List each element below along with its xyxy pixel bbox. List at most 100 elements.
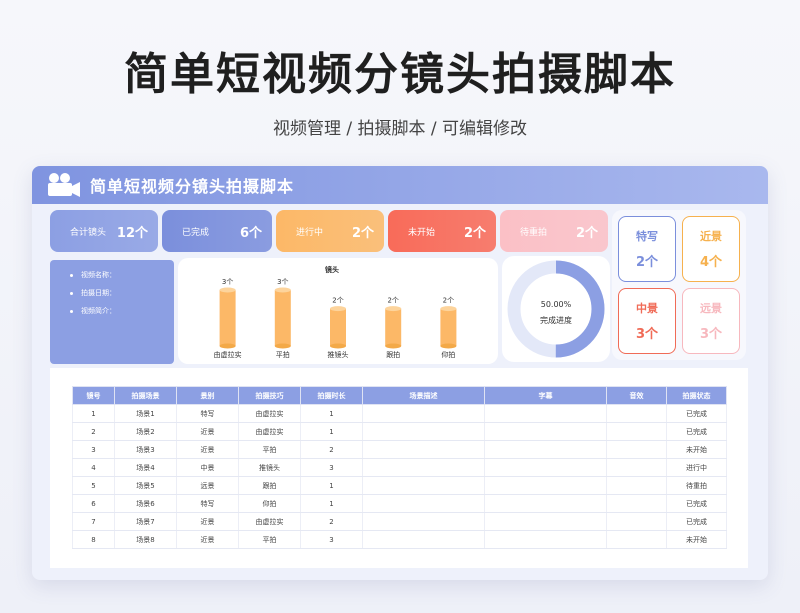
table-cell[interactable] bbox=[362, 476, 485, 495]
table-cell[interactable]: 推镜头 bbox=[238, 458, 301, 477]
table-row[interactable]: 8 场景8 近景 平拍 3 未开始 bbox=[72, 530, 727, 549]
table-cell[interactable]: 场景7 bbox=[114, 512, 177, 531]
info-row[interactable]: 视频名称： bbox=[70, 270, 174, 280]
table-cell[interactable]: 场景1 bbox=[114, 404, 177, 423]
table-cell[interactable]: 中景 bbox=[176, 458, 239, 477]
table-cell[interactable] bbox=[606, 404, 667, 423]
table-cell[interactable]: 近景 bbox=[176, 530, 239, 549]
table-cell[interactable] bbox=[362, 512, 485, 531]
table-row[interactable]: 5 场景5 远景 跟拍 1 待重拍 bbox=[72, 476, 727, 495]
table-cell[interactable]: 进行中 bbox=[666, 458, 727, 477]
table-row[interactable]: 1 场景1 特写 由虚拉实 1 已完成 bbox=[72, 404, 727, 423]
table-cell[interactable]: 场景5 bbox=[114, 476, 177, 495]
table-cell[interactable]: 由虚拉实 bbox=[238, 404, 301, 423]
table-cell[interactable]: 由虚拉实 bbox=[238, 512, 301, 531]
table-cell[interactable] bbox=[362, 440, 485, 459]
stat-not-started[interactable]: 未开始 2个 bbox=[388, 210, 496, 252]
table-cell[interactable]: 跟拍 bbox=[238, 476, 301, 495]
table-cell[interactable] bbox=[606, 458, 667, 477]
table-cell[interactable]: 近景 bbox=[176, 512, 239, 531]
table-row[interactable]: 2 场景2 近景 由虚拉实 1 已完成 bbox=[72, 422, 727, 441]
table-cell[interactable] bbox=[484, 458, 607, 477]
tile-close-shot[interactable]: 近景 4个 bbox=[682, 216, 740, 282]
table-cell[interactable] bbox=[484, 530, 607, 549]
table-cell[interactable] bbox=[606, 530, 667, 549]
table-row[interactable]: 4 场景4 中景 推镜头 3 进行中 bbox=[72, 458, 727, 477]
column-header[interactable]: 景别 bbox=[176, 386, 239, 405]
table-cell[interactable]: 8 bbox=[72, 530, 115, 549]
table-cell[interactable]: 特写 bbox=[176, 494, 239, 513]
table-cell[interactable]: 由虚拉实 bbox=[238, 422, 301, 441]
column-header[interactable]: 拍摄时长 bbox=[300, 386, 363, 405]
table-cell[interactable] bbox=[606, 440, 667, 459]
table-cell[interactable]: 2 bbox=[300, 512, 363, 531]
column-header[interactable]: 字幕 bbox=[484, 386, 607, 405]
table-cell[interactable]: 特写 bbox=[176, 404, 239, 423]
table-cell[interactable] bbox=[484, 512, 607, 531]
table-cell[interactable] bbox=[362, 494, 485, 513]
table-cell[interactable] bbox=[484, 440, 607, 459]
table-cell[interactable]: 场景4 bbox=[114, 458, 177, 477]
table-cell[interactable]: 未开始 bbox=[666, 440, 727, 459]
table-cell[interactable]: 3 bbox=[72, 440, 115, 459]
table-cell[interactable] bbox=[484, 404, 607, 423]
column-header[interactable]: 镜号 bbox=[72, 386, 115, 405]
stat-reshoot[interactable]: 待重拍 2个 bbox=[500, 210, 608, 252]
column-header[interactable]: 拍摄状态 bbox=[666, 386, 727, 405]
table-row[interactable]: 7 场景7 近景 由虚拉实 2 已完成 bbox=[72, 512, 727, 531]
tile-long-shot[interactable]: 远景 3个 bbox=[682, 288, 740, 354]
info-row[interactable]: 拍摄日期： bbox=[70, 288, 174, 298]
table-cell[interactable] bbox=[362, 422, 485, 441]
table-cell[interactable]: 3 bbox=[300, 458, 363, 477]
table-cell[interactable]: 已完成 bbox=[666, 422, 727, 441]
table-cell[interactable]: 5 bbox=[72, 476, 115, 495]
table-cell[interactable]: 1 bbox=[300, 422, 363, 441]
stat-in-progress[interactable]: 进行中 2个 bbox=[276, 210, 384, 252]
table-cell[interactable] bbox=[484, 494, 607, 513]
table-cell[interactable]: 7 bbox=[72, 512, 115, 531]
table-cell[interactable]: 远景 bbox=[176, 476, 239, 495]
table-cell[interactable]: 4 bbox=[72, 458, 115, 477]
table-row[interactable]: 6 场景6 特写 仰拍 1 已完成 bbox=[72, 494, 727, 513]
table-cell[interactable] bbox=[606, 512, 667, 531]
table-cell[interactable]: 1 bbox=[72, 404, 115, 423]
table-cell[interactable]: 2 bbox=[72, 422, 115, 441]
table-cell[interactable]: 近景 bbox=[176, 440, 239, 459]
table-cell[interactable] bbox=[362, 530, 485, 549]
table-cell[interactable] bbox=[606, 422, 667, 441]
column-header[interactable]: 场景描述 bbox=[362, 386, 485, 405]
table-cell[interactable]: 2 bbox=[300, 440, 363, 459]
table-cell[interactable]: 待重拍 bbox=[666, 476, 727, 495]
table-cell[interactable] bbox=[484, 476, 607, 495]
table-cell[interactable]: 1 bbox=[300, 476, 363, 495]
stat-total[interactable]: 合计镜头 12个 bbox=[50, 210, 158, 252]
table-cell[interactable] bbox=[484, 422, 607, 441]
column-header[interactable]: 音效 bbox=[606, 386, 667, 405]
table-cell[interactable]: 仰拍 bbox=[238, 494, 301, 513]
table-cell[interactable]: 场景6 bbox=[114, 494, 177, 513]
stat-completed[interactable]: 已完成 6个 bbox=[162, 210, 272, 252]
table-cell[interactable]: 已完成 bbox=[666, 404, 727, 423]
tile-closeup[interactable]: 特写 2个 bbox=[618, 216, 676, 282]
table-cell[interactable]: 已完成 bbox=[666, 494, 727, 513]
table-cell[interactable]: 6 bbox=[72, 494, 115, 513]
table-cell[interactable]: 场景2 bbox=[114, 422, 177, 441]
table-cell[interactable]: 场景8 bbox=[114, 530, 177, 549]
column-header[interactable]: 拍摄场景 bbox=[114, 386, 177, 405]
table-cell[interactable]: 已完成 bbox=[666, 512, 727, 531]
table-cell[interactable] bbox=[362, 404, 485, 423]
info-row[interactable]: 视频简介： bbox=[70, 306, 174, 316]
table-cell[interactable]: 未开始 bbox=[666, 530, 727, 549]
table-cell[interactable] bbox=[362, 458, 485, 477]
table-cell[interactable]: 场景3 bbox=[114, 440, 177, 459]
table-cell[interactable]: 平拍 bbox=[238, 530, 301, 549]
table-cell[interactable]: 近景 bbox=[176, 422, 239, 441]
table-cell[interactable]: 1 bbox=[300, 404, 363, 423]
column-header[interactable]: 拍摄技巧 bbox=[238, 386, 301, 405]
table-cell[interactable]: 3 bbox=[300, 530, 363, 549]
table-cell[interactable]: 平拍 bbox=[238, 440, 301, 459]
table-cell[interactable]: 1 bbox=[300, 494, 363, 513]
table-row[interactable]: 3 场景3 近景 平拍 2 未开始 bbox=[72, 440, 727, 459]
table-cell[interactable] bbox=[606, 476, 667, 495]
tile-medium-shot[interactable]: 中景 3个 bbox=[618, 288, 676, 354]
